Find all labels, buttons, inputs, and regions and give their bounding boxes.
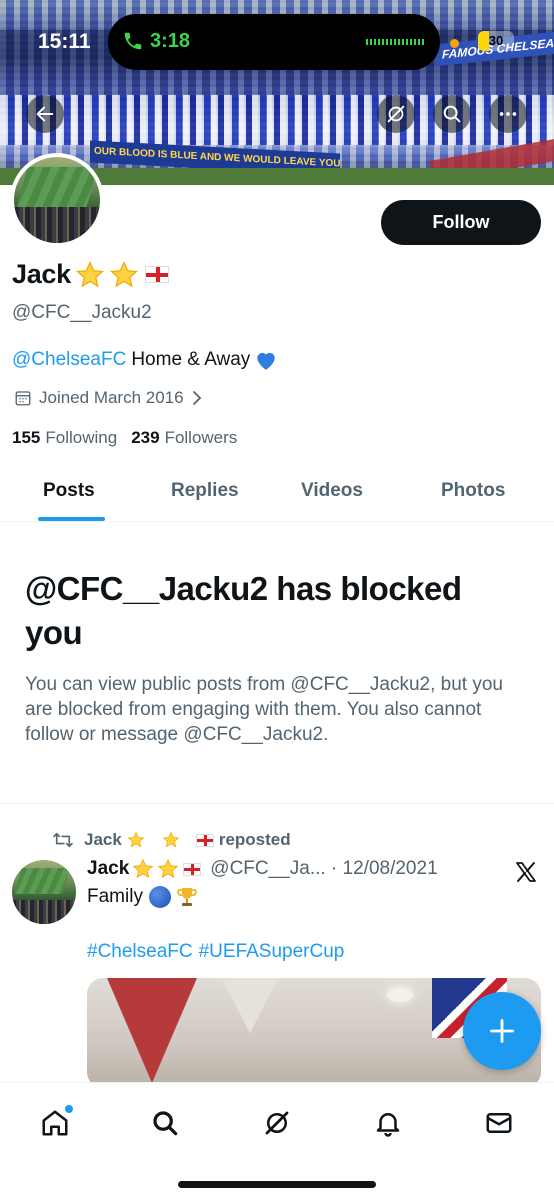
- blue-circle-icon: [148, 886, 171, 908]
- star-emoji-icon: [162, 831, 180, 848]
- nav-messages[interactable]: [477, 1101, 521, 1145]
- bell-icon: [376, 1113, 400, 1137]
- search-icon: [153, 1111, 178, 1136]
- media-lamp: [387, 988, 413, 1002]
- plus-icon: [490, 1019, 514, 1043]
- arrow-left-icon: [36, 106, 54, 122]
- profile-name-row: Jack: [12, 259, 169, 290]
- avatar-pitch: [14, 868, 70, 894]
- post-body: Family: [87, 886, 143, 907]
- phone-icon: [124, 32, 142, 50]
- repost-name: Jack: [84, 830, 122, 849]
- repost-icon: [53, 832, 73, 848]
- star-emoji-icon: [109, 260, 138, 287]
- joined-date[interactable]: Joined March 2016: [14, 388, 210, 408]
- active-tab-indicator: [38, 517, 105, 521]
- blue-heart-icon: [257, 352, 275, 370]
- status-time: 15:11: [38, 30, 91, 53]
- nav-search[interactable]: [143, 1101, 187, 1145]
- more-button[interactable]: [489, 95, 527, 133]
- back-button[interactable]: [26, 95, 64, 133]
- followers-label: Followers: [164, 428, 238, 447]
- repost-label: reposted: [218, 830, 291, 849]
- bio-text: Home & Away: [131, 349, 251, 370]
- notification-dot: [65, 1105, 73, 1113]
- followers-link[interactable]: 239 Followers: [131, 428, 237, 448]
- england-flag-icon: [144, 266, 169, 283]
- follow-button[interactable]: Follow: [381, 200, 541, 245]
- post-header: Jack @CFC__Ja... · 12/08/2021: [87, 858, 438, 880]
- media-bunting: [107, 978, 197, 1083]
- mail-icon: [486, 1113, 512, 1133]
- blocked-title: @CFC__Jacku2 has blocked you: [25, 570, 462, 651]
- avatar-pitch: [16, 167, 98, 207]
- hashtag-link[interactable]: #UEFASuperCup: [199, 941, 345, 962]
- call-duration: 3:18: [150, 30, 191, 52]
- tab-posts[interactable]: Posts: [43, 480, 95, 502]
- profile-handle: @CFC__Jacku2: [12, 302, 152, 323]
- bio-mention-link[interactable]: @ChelseaFC: [12, 349, 126, 371]
- england-flag-icon: [195, 833, 214, 847]
- tab-photos[interactable]: Photos: [441, 480, 505, 502]
- following-label: Following: [45, 428, 118, 447]
- x-logo-icon: [516, 862, 536, 882]
- following-link[interactable]: 155 Following: [12, 428, 117, 448]
- search-button[interactable]: [433, 95, 471, 133]
- more-icon: [499, 112, 517, 116]
- profile-avatar[interactable]: [10, 153, 104, 247]
- follow-counts: 155 Following 239 Followers: [12, 428, 251, 448]
- battery-level: 30: [488, 33, 504, 48]
- grok-icon: [265, 1111, 289, 1135]
- nav-notifications[interactable]: [366, 1101, 410, 1145]
- post-author-name[interactable]: Jack: [87, 858, 129, 880]
- joined-label: Joined March 2016: [39, 388, 184, 407]
- hashtag-link[interactable]: #ChelseaFC: [87, 941, 193, 962]
- mic-indicator-dot: [450, 39, 459, 48]
- star-emoji-icon: [127, 831, 145, 848]
- star-emoji-icon: [75, 260, 104, 287]
- media-bunting: [222, 978, 278, 1033]
- avatar-crowd: [14, 207, 100, 243]
- search-icon: [443, 105, 461, 123]
- profile-bio: @ChelseaFC Home & Away: [12, 347, 280, 373]
- star-emoji-icon: [157, 858, 179, 879]
- followers-count: 239: [131, 428, 160, 447]
- dynamic-island[interactable]: 3:18: [108, 14, 440, 70]
- post-author-avatar[interactable]: [12, 860, 76, 924]
- home-indicator[interactable]: [178, 1181, 376, 1188]
- grok-button[interactable]: [377, 95, 415, 133]
- repost-indicator[interactable]: Jack reposted: [52, 830, 291, 850]
- grok-icon: [387, 105, 405, 123]
- battery-indicator: 30: [478, 31, 514, 51]
- profile-tabs: Posts Replies Videos Photos: [0, 464, 554, 522]
- chevron-right-icon: [192, 391, 201, 405]
- trophy-icon: [177, 888, 197, 906]
- tab-videos[interactable]: Videos: [301, 480, 363, 502]
- england-flag-icon: [183, 862, 202, 876]
- section-divider: [0, 803, 554, 804]
- nav-home[interactable]: [33, 1101, 77, 1145]
- audio-waveform-icon: [366, 39, 426, 45]
- compose-button[interactable]: [463, 992, 541, 1070]
- star-emoji-icon: [132, 858, 154, 879]
- display-name: Jack: [12, 259, 71, 289]
- nav-grok[interactable]: [255, 1101, 299, 1145]
- avatar-crowd: [12, 900, 76, 924]
- post-hashtags: #ChelseaFC #UEFASuperCup: [87, 941, 350, 963]
- home-icon: [42, 1110, 68, 1136]
- post-meta: @CFC__Ja... · 12/08/2021: [210, 858, 438, 879]
- calendar-icon: [15, 391, 31, 406]
- tab-replies[interactable]: Replies: [171, 480, 239, 502]
- following-count: 155: [12, 428, 41, 447]
- blocked-description: You can view public posts from @CFC__Jac…: [25, 674, 503, 745]
- post-text: Family: [87, 885, 199, 909]
